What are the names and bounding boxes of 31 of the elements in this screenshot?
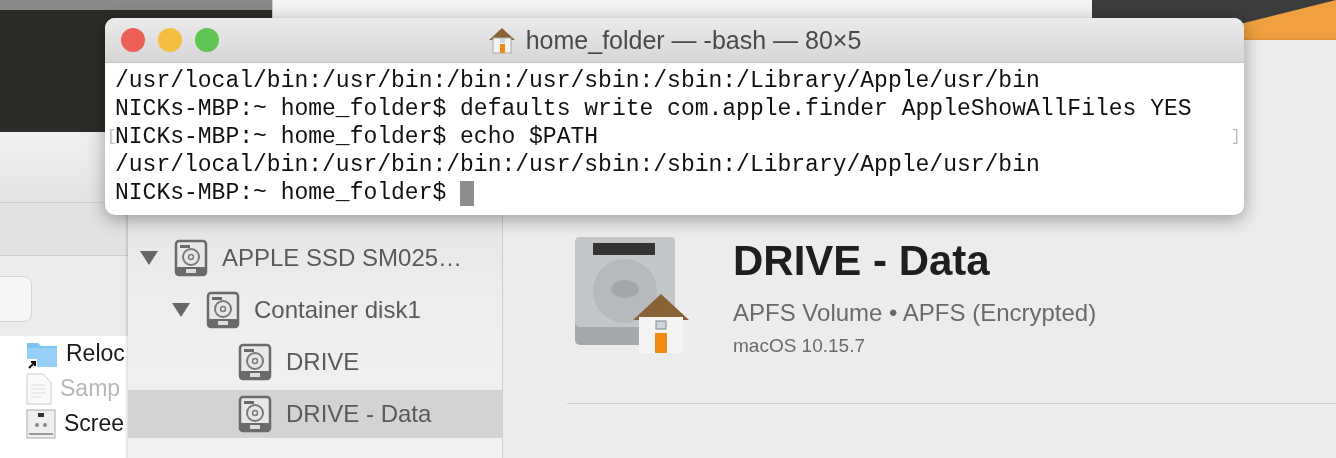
os-version: macOS 10.15.7: [733, 335, 867, 357]
disclosure-triangle-icon[interactable]: [172, 303, 190, 317]
sidebar-item[interactable]: DRIVE: [128, 338, 502, 386]
terminal-line: NICKs-MBP:~ home_folder$ echo $PATH: [115, 123, 599, 151]
volume-description: APFS Volume • APFS (Encrypted): [733, 299, 1097, 327]
drive-icon: [174, 239, 208, 277]
terminal-line: /usr/local/bin:/usr/bin:/bin:/usr/sbin:/sbin:/Library/Apple/usr/bin: [115, 67, 1040, 95]
house-icon: [487, 26, 516, 54]
drive-icon: [206, 291, 240, 329]
drive-icon: [238, 343, 272, 381]
terminal-line: NICKs-MBP:~ home_folder$ defaults write com.apple.finder AppleShowAllFiles YES: [115, 95, 1192, 123]
file-name[interactable]: Scree: [64, 410, 125, 437]
zoom-button[interactable]: [195, 28, 219, 52]
window-title: home_folder — -bash — 80×5: [525, 25, 862, 55]
screenshot-icon: [26, 408, 56, 439]
minimize-button[interactable]: [158, 28, 182, 52]
search-field[interactable]: [0, 276, 32, 322]
drive-home-icon: [573, 235, 691, 355]
sidebar-item[interactable]: DRIVE - Data: [128, 390, 502, 438]
mark-bracket: ]: [1231, 127, 1241, 148]
document-icon: [26, 372, 52, 405]
disclosure-triangle-icon[interactable]: [140, 251, 158, 265]
volume-name: DRIVE - Data: [733, 236, 991, 286]
mark-bracket: [: [107, 128, 117, 148]
terminal-line: NICKs-MBP:~ home_folder$: [115, 179, 447, 207]
sidebar-item[interactable]: APPLE SSD SM025…: [128, 234, 502, 282]
sidebar-item[interactable]: Container disk1: [128, 286, 502, 334]
close-button[interactable]: [121, 28, 145, 52]
terminal-line: /usr/local/bin:/usr/bin:/bin:/usr/sbin:/sbin:/Library/Apple/usr/bin: [115, 151, 1040, 179]
file-name[interactable]: Reloc: [66, 340, 125, 367]
drive-icon: [238, 395, 272, 433]
